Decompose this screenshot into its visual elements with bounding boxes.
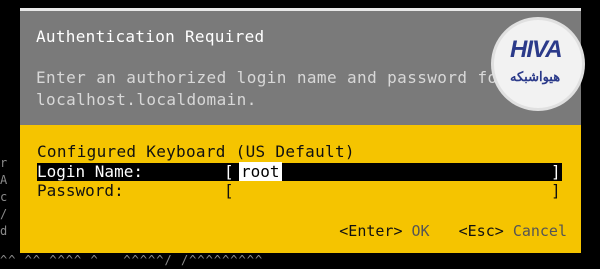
background-char: / (0, 207, 8, 221)
dialog-title: Authentication Required (36, 27, 265, 46)
background-char: d (0, 224, 8, 238)
password-bracket-close: ] (551, 181, 561, 200)
ok-button[interactable]: OK (412, 222, 430, 240)
keyboard-label: Configured Keyboard (US Default) (37, 142, 355, 161)
login-bracket-open: [ (224, 162, 234, 181)
password-label: Password: (37, 181, 124, 200)
hiva-logo: HIVA هیواشبکه (494, 20, 582, 108)
password-row[interactable]: Password: [ ] (37, 182, 562, 200)
login-name-row[interactable]: Login Name: [ root ] (37, 162, 562, 181)
dialog-actions: <Enter> OK <Esc> Cancel (339, 222, 567, 240)
login-name-field[interactable]: root (239, 162, 547, 181)
cancel-button[interactable]: Cancel (513, 222, 567, 240)
background-char: c (0, 190, 8, 204)
logo-mark: HIVA (510, 36, 563, 63)
enter-key-label[interactable]: <Enter> (339, 222, 402, 240)
dialog-message: Enter an authorized login name and passw… (36, 68, 508, 109)
login-name-label: Login Name: (37, 162, 143, 181)
logo-subtitle: هیواشبکه (510, 69, 561, 84)
login-name-value: root (239, 162, 282, 181)
login-bracket-close: ] (551, 162, 561, 181)
esc-key-label[interactable]: <Esc> (459, 222, 504, 240)
password-field[interactable] (239, 182, 547, 200)
background-console-text: r A c / d (0, 155, 12, 240)
background-char: A (0, 173, 8, 187)
background-console-bottom: ^^ ^^ ^^^^ ^ ^^^^^/ /^^^^^^^^^ (0, 253, 264, 267)
password-bracket-open: [ (224, 181, 234, 200)
authentication-dialog: Authentication Required Enter an authori… (20, 8, 581, 253)
background-char: r (0, 156, 8, 170)
